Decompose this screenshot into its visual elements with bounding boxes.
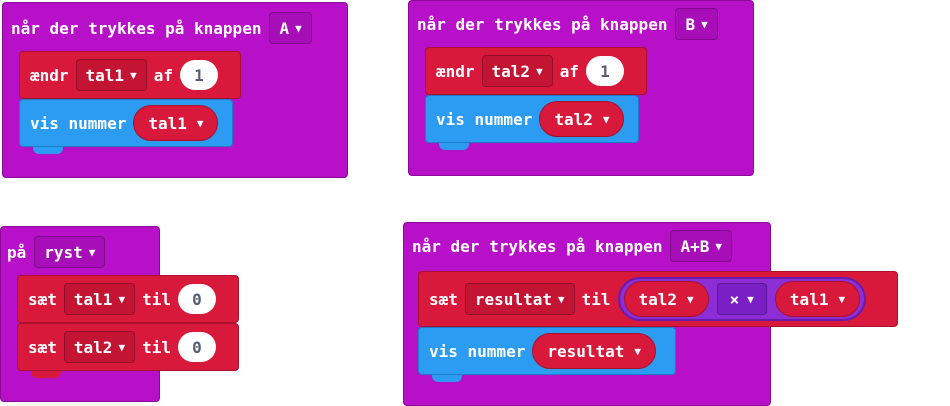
- variable-reporter[interactable]: resultat ▼: [532, 333, 657, 369]
- variable-reporter[interactable]: tal1 ▼: [774, 281, 861, 317]
- variable-dropdown[interactable]: tal2 ▼: [481, 55, 553, 87]
- caret-down-icon: ▼: [130, 68, 137, 82]
- event-block-button-a[interactable]: når der trykkes på knappen A ▼ ændr tal1 ▼…: [2, 2, 348, 178]
- to-keyword: til: [581, 289, 611, 309]
- caret-down-icon: ▼: [536, 64, 543, 78]
- change-variable-block[interactable]: ændr tal2 ▼ af 1: [425, 47, 647, 95]
- number-input[interactable]: 1: [585, 56, 624, 86]
- caret-down-icon: ▼: [88, 245, 96, 259]
- set-variable-block[interactable]: sæt tal1 ▼ til 0: [17, 275, 239, 323]
- caret-down-icon: ▼: [196, 116, 204, 130]
- number-input[interactable]: 0: [177, 284, 216, 314]
- caret-down-icon: ▼: [118, 340, 126, 354]
- caret-down-icon: ▼: [295, 21, 302, 35]
- to-keyword: til: [142, 289, 171, 309]
- event-block-on-shake[interactable]: på ryst ▼ sæt tal1 ▼ til 0 sæt tal2 ▼ til 0: [0, 226, 239, 402]
- number-input[interactable]: 0: [177, 332, 216, 362]
- button-dropdown[interactable]: A ▼: [269, 12, 312, 44]
- show-number-keyword: vis nummer: [436, 109, 533, 129]
- event-label: når der trykkes på knappen: [412, 236, 663, 256]
- set-variable-block[interactable]: sæt tal2 ▼ til 0: [17, 323, 239, 371]
- caret-down-icon: ▼: [602, 112, 610, 126]
- caret-down-icon: ▼: [701, 17, 708, 31]
- change-variable-block[interactable]: ændr tal1 ▼ af 1: [19, 51, 241, 99]
- block-notch: [439, 143, 469, 150]
- button-dropdown[interactable]: B ▼: [675, 8, 718, 40]
- set-variable-block[interactable]: sæt resultat ▼ til tal2 ▼ × ▼ tal1 ▼: [418, 271, 898, 327]
- event-label: når der trykkes på knappen: [417, 14, 668, 34]
- set-keyword: sæt: [28, 337, 57, 357]
- block-notch: [31, 371, 61, 378]
- event-header: når der trykkes på knappen A+B ▼: [412, 229, 732, 263]
- set-keyword: sæt: [28, 289, 57, 309]
- variable-reporter[interactable]: tal1 ▼: [133, 105, 219, 141]
- by-keyword: af: [153, 65, 173, 85]
- variable-dropdown[interactable]: tal1 ▼: [75, 59, 147, 91]
- variable-reporter[interactable]: tal2 ▼: [539, 101, 625, 137]
- event-header: når der trykkes på knappen B ▼: [417, 7, 718, 41]
- change-keyword: ændr: [30, 65, 69, 85]
- event-label: på: [7, 242, 27, 262]
- show-number-keyword: vis nummer: [30, 113, 127, 133]
- arithmetic-block[interactable]: tal2 ▼ × ▼ tal1 ▼: [617, 277, 867, 321]
- operator-dropdown[interactable]: × ▼: [716, 283, 767, 315]
- caret-down-icon: ▼: [715, 239, 722, 253]
- variable-dropdown[interactable]: resultat ▼: [464, 283, 575, 315]
- button-dropdown[interactable]: A+B ▼: [670, 230, 732, 262]
- variable-reporter[interactable]: tal2 ▼: [623, 281, 709, 317]
- variable-dropdown[interactable]: tal1 ▼: [63, 283, 136, 315]
- block-notch: [432, 375, 462, 382]
- show-number-keyword: vis nummer: [429, 341, 526, 361]
- event-header: på ryst ▼: [7, 235, 106, 269]
- event-block-button-ab[interactable]: når der trykkes på knappen A+B ▼ sæt resu…: [403, 222, 898, 406]
- set-keyword: sæt: [429, 289, 458, 309]
- caret-down-icon: ▼: [838, 292, 846, 306]
- caret-down-icon: ▼: [634, 344, 642, 358]
- by-keyword: af: [559, 61, 579, 81]
- gesture-dropdown[interactable]: ryst ▼: [34, 236, 106, 268]
- caret-down-icon: ▼: [118, 292, 126, 306]
- caret-down-icon: ▼: [687, 292, 694, 306]
- event-label: når der trykkes på knappen: [11, 18, 262, 38]
- to-keyword: til: [142, 337, 171, 357]
- event-header: når der trykkes på knappen A ▼: [11, 11, 312, 45]
- show-number-block[interactable]: vis nummer tal1 ▼: [19, 99, 233, 147]
- block-notch: [33, 147, 63, 154]
- number-input[interactable]: 1: [179, 60, 218, 90]
- event-block-button-b[interactable]: når der trykkes på knappen B ▼ ændr tal2 ▼…: [408, 0, 754, 176]
- show-number-block[interactable]: vis nummer tal2 ▼: [425, 95, 639, 143]
- show-number-block[interactable]: vis nummer resultat ▼: [418, 327, 676, 375]
- caret-down-icon: ▼: [557, 292, 565, 306]
- variable-dropdown[interactable]: tal2 ▼: [63, 331, 136, 363]
- change-keyword: ændr: [436, 61, 475, 81]
- caret-down-icon: ▼: [747, 292, 754, 306]
